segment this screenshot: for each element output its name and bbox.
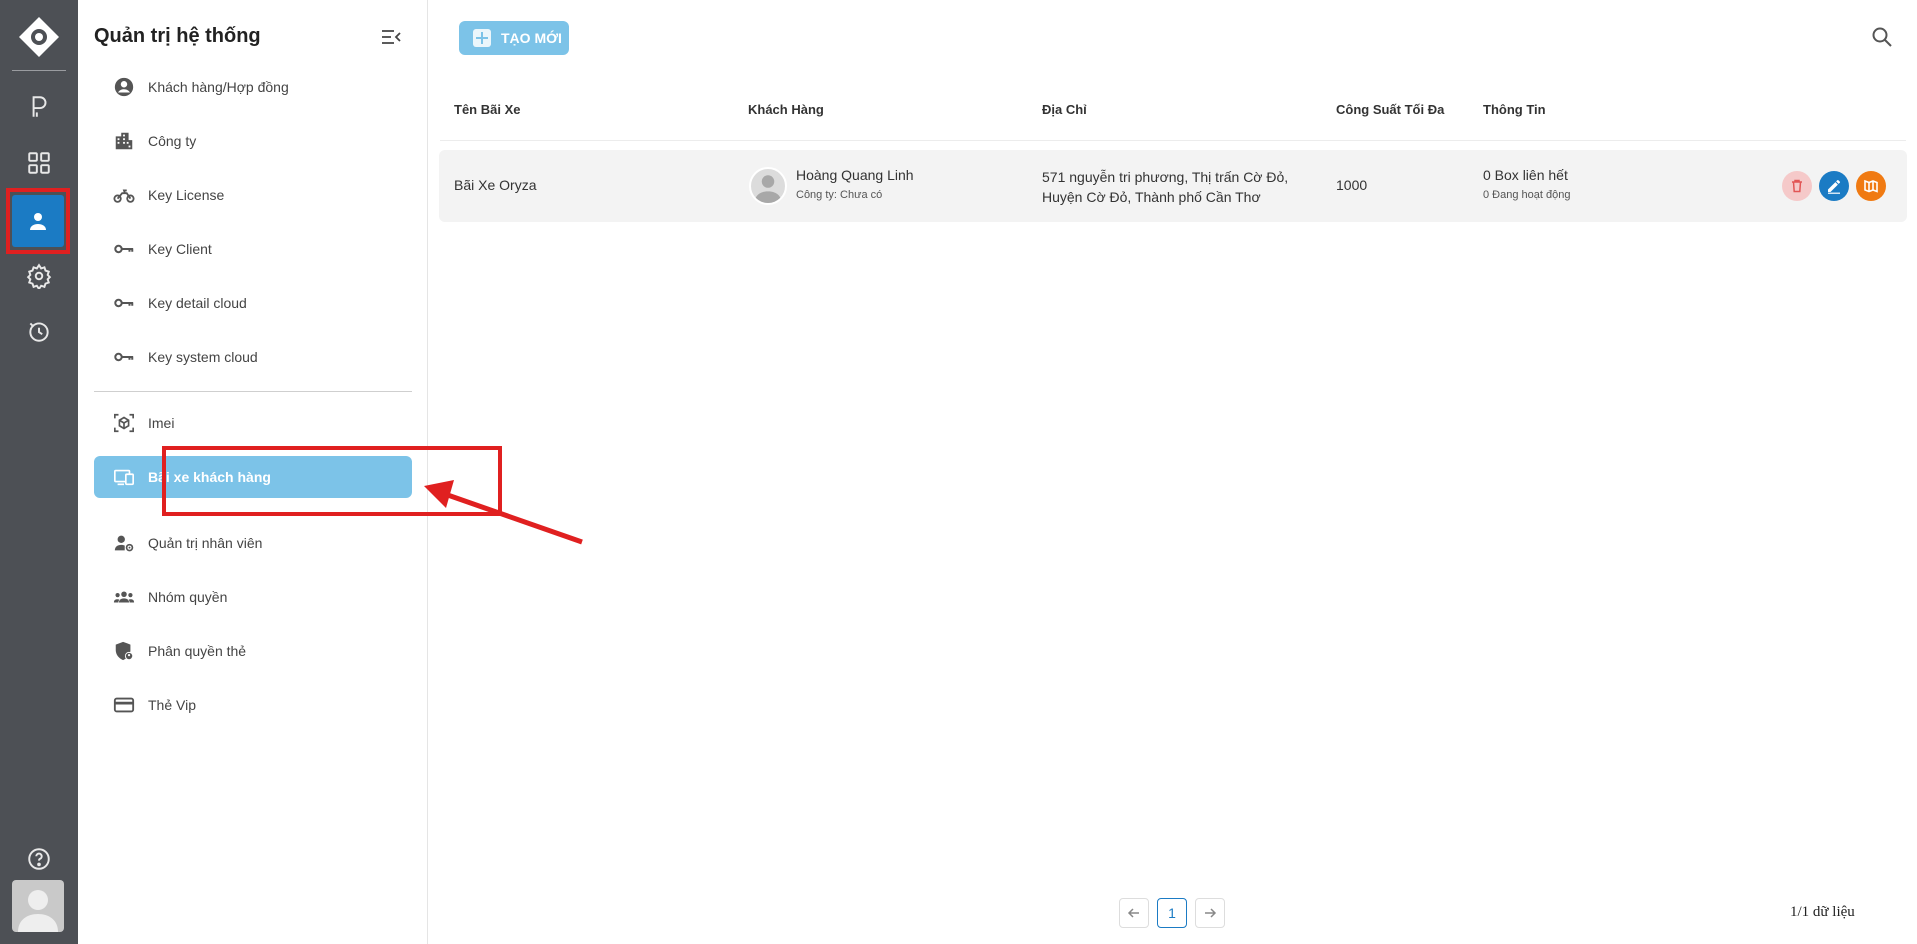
column-header-customer: Khách Hàng: [748, 102, 824, 117]
pagination-summary: 1/1 dữ liệu: [1790, 904, 1855, 920]
sidebar-item-label: Key License: [148, 187, 225, 203]
prev-page-button[interactable]: [1119, 898, 1149, 928]
cube-scan-icon: [112, 411, 136, 435]
column-header-max-capacity: Công Suất Tối Đa: [1336, 102, 1445, 117]
sidebar-item-imei[interactable]: Imei: [94, 402, 412, 444]
arrow-right-icon: [1205, 908, 1217, 918]
column-header-info: Thông Tin: [1483, 102, 1546, 117]
sidebar-item-company[interactable]: Công ty: [94, 120, 412, 162]
column-header-parking-name: Tên Bãi Xe: [454, 102, 521, 117]
page-number-button[interactable]: 1: [1157, 898, 1187, 928]
sidebar-item-key-detail-cloud[interactable]: Key detail cloud: [94, 282, 412, 324]
app-logo-icon[interactable]: [17, 15, 61, 59]
parking-name-cell: Bãi Xe Oryza: [454, 177, 537, 193]
collapse-menu-icon[interactable]: [380, 26, 402, 48]
parking-p-icon[interactable]: [20, 88, 58, 126]
history-icon[interactable]: [20, 312, 58, 350]
sidebar-item-key-client[interactable]: Key Client: [94, 228, 412, 270]
sidebar-item-label: Key system cloud: [148, 349, 258, 365]
sidebar-panel: Quản trị hệ thống Khách hàng/Hợp đồng Cô…: [78, 0, 502, 944]
sidebar-item-staff-admin[interactable]: Quản trị nhân viên: [94, 522, 412, 564]
help-icon[interactable]: [20, 840, 58, 878]
devices-icon: [112, 465, 136, 489]
map-icon: [1864, 179, 1878, 193]
delete-button[interactable]: [1782, 171, 1812, 201]
pencil-icon: [1828, 179, 1841, 194]
column-header-address: Địa Chỉ: [1042, 102, 1087, 117]
plus-icon: [473, 29, 491, 47]
sidebar-title: Quản trị hệ thống: [94, 25, 261, 47]
sidebar-item-label: Khách hàng/Hợp đồng: [148, 79, 289, 95]
sidebar-item-vip-card[interactable]: Thẻ Vip: [94, 684, 412, 726]
create-new-label: TẠO MỚI: [501, 30, 562, 46]
rail-divider: [12, 70, 66, 71]
sidebar-item-key-system-cloud[interactable]: Key system cloud: [94, 336, 412, 378]
customer-company: Công ty: Chưa có: [796, 189, 883, 201]
motorcycle-icon: [112, 183, 136, 207]
account-circle-icon: [112, 75, 136, 99]
create-new-button[interactable]: TẠO MỚI: [459, 21, 569, 55]
avatar[interactable]: [12, 880, 64, 932]
arrow-left-icon: [1127, 908, 1139, 918]
customer-cell: Hoàng Quang Linh Công ty: Chưa có: [796, 167, 914, 201]
user-settings-icon: [112, 531, 136, 555]
sidebar-item-customers-contracts[interactable]: Khách hàng/Hợp đồng: [94, 66, 412, 108]
search-icon[interactable]: [1870, 25, 1894, 49]
address-line-2: Huyện Cờ Đỏ, Thành phố Cần Thơ: [1042, 189, 1261, 205]
edit-button[interactable]: [1819, 171, 1849, 201]
sidebar-item-label: Phân quyền thẻ: [148, 643, 247, 659]
annotation-arrow-icon: [424, 480, 583, 545]
left-rail: [0, 0, 78, 944]
address-cell: 571 nguyễn tri phương, Thị trấn Cờ Đỏ, H…: [1042, 167, 1288, 207]
info-active-count: 0 Đang hoạt động: [1483, 189, 1571, 201]
sidebar-item-card-permission[interactable]: Phân quyền thẻ: [94, 630, 412, 672]
sidebar-item-permission-group[interactable]: Nhóm quyền: [94, 576, 412, 618]
customer-name: Hoàng Quang Linh: [796, 167, 914, 183]
gear-icon[interactable]: [20, 257, 58, 295]
key-icon: [112, 237, 136, 261]
group-icon: [112, 585, 136, 609]
key-icon: [112, 291, 136, 315]
customer-avatar: [749, 167, 787, 205]
sidebar-item-label: Thẻ Vip: [148, 697, 196, 713]
table-header-divider: [440, 140, 1906, 141]
sidebar-item-key-license[interactable]: Key License: [94, 174, 412, 216]
building-icon: [112, 129, 136, 153]
next-page-button[interactable]: [1195, 898, 1225, 928]
info-cell: 0 Box liên hết 0 Đang hoạt động: [1483, 167, 1570, 201]
credit-card-icon: [112, 693, 136, 717]
map-button[interactable]: [1856, 171, 1886, 201]
sidebar-item-label: Quản trị nhân viên: [148, 535, 263, 551]
grid-icon[interactable]: [20, 144, 58, 182]
capacity-cell: 1000: [1336, 177, 1368, 193]
sidebar-item-label: Nhóm quyền: [148, 589, 228, 605]
sidebar-item-label: Imei: [148, 415, 175, 431]
shield-user-icon: [112, 639, 136, 663]
key-icon: [112, 345, 136, 369]
trash-icon: [1792, 179, 1802, 193]
sidebar-item-label: Công ty: [148, 133, 197, 149]
info-box-count: 0 Box liên hết: [1483, 167, 1568, 183]
address-line-1: 571 nguyễn tri phương, Thị trấn Cờ Đỏ,: [1042, 169, 1289, 185]
sidebar-item-label: Key Client: [148, 241, 212, 257]
sidebar-item-label: Key detail cloud: [148, 295, 247, 311]
sidebar-divider: [94, 391, 412, 392]
annotation-highlight-rail: [6, 188, 70, 254]
